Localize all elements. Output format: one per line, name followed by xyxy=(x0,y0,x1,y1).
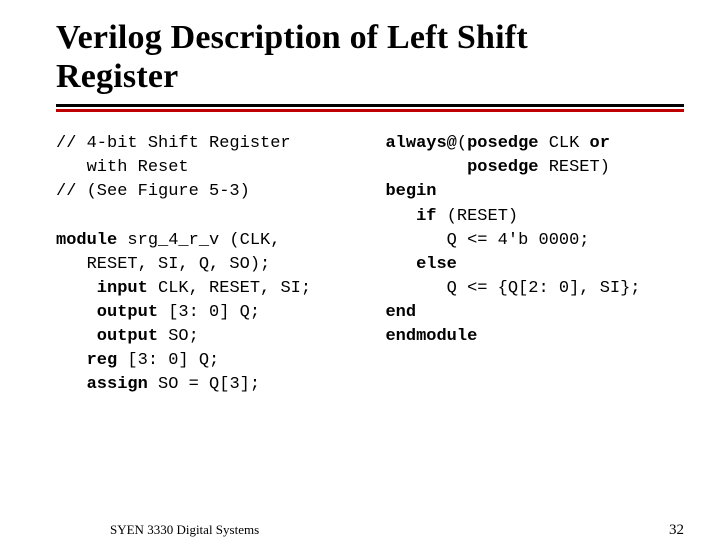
kw-begin: begin xyxy=(385,182,436,201)
code-text: CLK, RESET, SI; xyxy=(148,279,311,298)
kw-endmodule: endmodule xyxy=(385,327,477,346)
code-right-column: always@(posedge CLK or posedge RESET) be… xyxy=(385,132,684,397)
code-line: with Reset xyxy=(56,158,189,177)
kw-reg: reg xyxy=(56,351,127,370)
code-line: Q <= 4'b 0000; xyxy=(385,231,589,250)
kw-end: end xyxy=(385,303,416,322)
page-title: Verilog Description of Left Shift Regist… xyxy=(56,18,684,96)
kw-posedge: posedge xyxy=(467,134,538,153)
code-line: // (See Figure 5-3) xyxy=(56,182,250,201)
code-text: CLK xyxy=(539,134,590,153)
kw-assign: assign xyxy=(56,375,158,394)
code-line: RESET, SI, Q, SO); xyxy=(56,255,270,274)
code-line: // 4-bit Shift Register xyxy=(56,134,291,153)
code-text: [3: 0] Q; xyxy=(158,303,260,322)
title-line-2: Register xyxy=(56,58,178,95)
kw-if: if xyxy=(385,207,446,226)
code-text: srg_4_r_v (CLK, xyxy=(117,231,280,250)
kw-output: output xyxy=(56,303,158,322)
kw-or: or xyxy=(590,134,610,153)
code-text: ( xyxy=(457,134,467,153)
kw-always: always@ xyxy=(385,134,456,153)
title-line-1: Verilog Description of Left Shift xyxy=(56,19,528,56)
code-text: [3: 0] Q; xyxy=(127,351,219,370)
kw-posedge: posedge xyxy=(385,158,538,177)
kw-output: output xyxy=(56,327,158,346)
title-rule-black xyxy=(56,104,684,107)
code-text: SO; xyxy=(158,327,199,346)
kw-input: input xyxy=(56,279,148,298)
page-number: 32 xyxy=(669,522,684,539)
code-columns: // 4-bit Shift Register with Reset // (S… xyxy=(56,132,684,397)
code-left-column: // 4-bit Shift Register with Reset // (S… xyxy=(56,132,369,397)
footer-course: SYEN 3330 Digital Systems xyxy=(110,522,259,538)
title-rule-red xyxy=(56,109,684,112)
code-text: (RESET) xyxy=(447,207,518,226)
code-line: Q <= {Q[2: 0], SI}; xyxy=(385,279,640,298)
code-text: SO = Q[3]; xyxy=(158,375,260,394)
code-text: RESET) xyxy=(539,158,610,177)
kw-module: module xyxy=(56,231,117,250)
kw-else: else xyxy=(385,255,456,274)
